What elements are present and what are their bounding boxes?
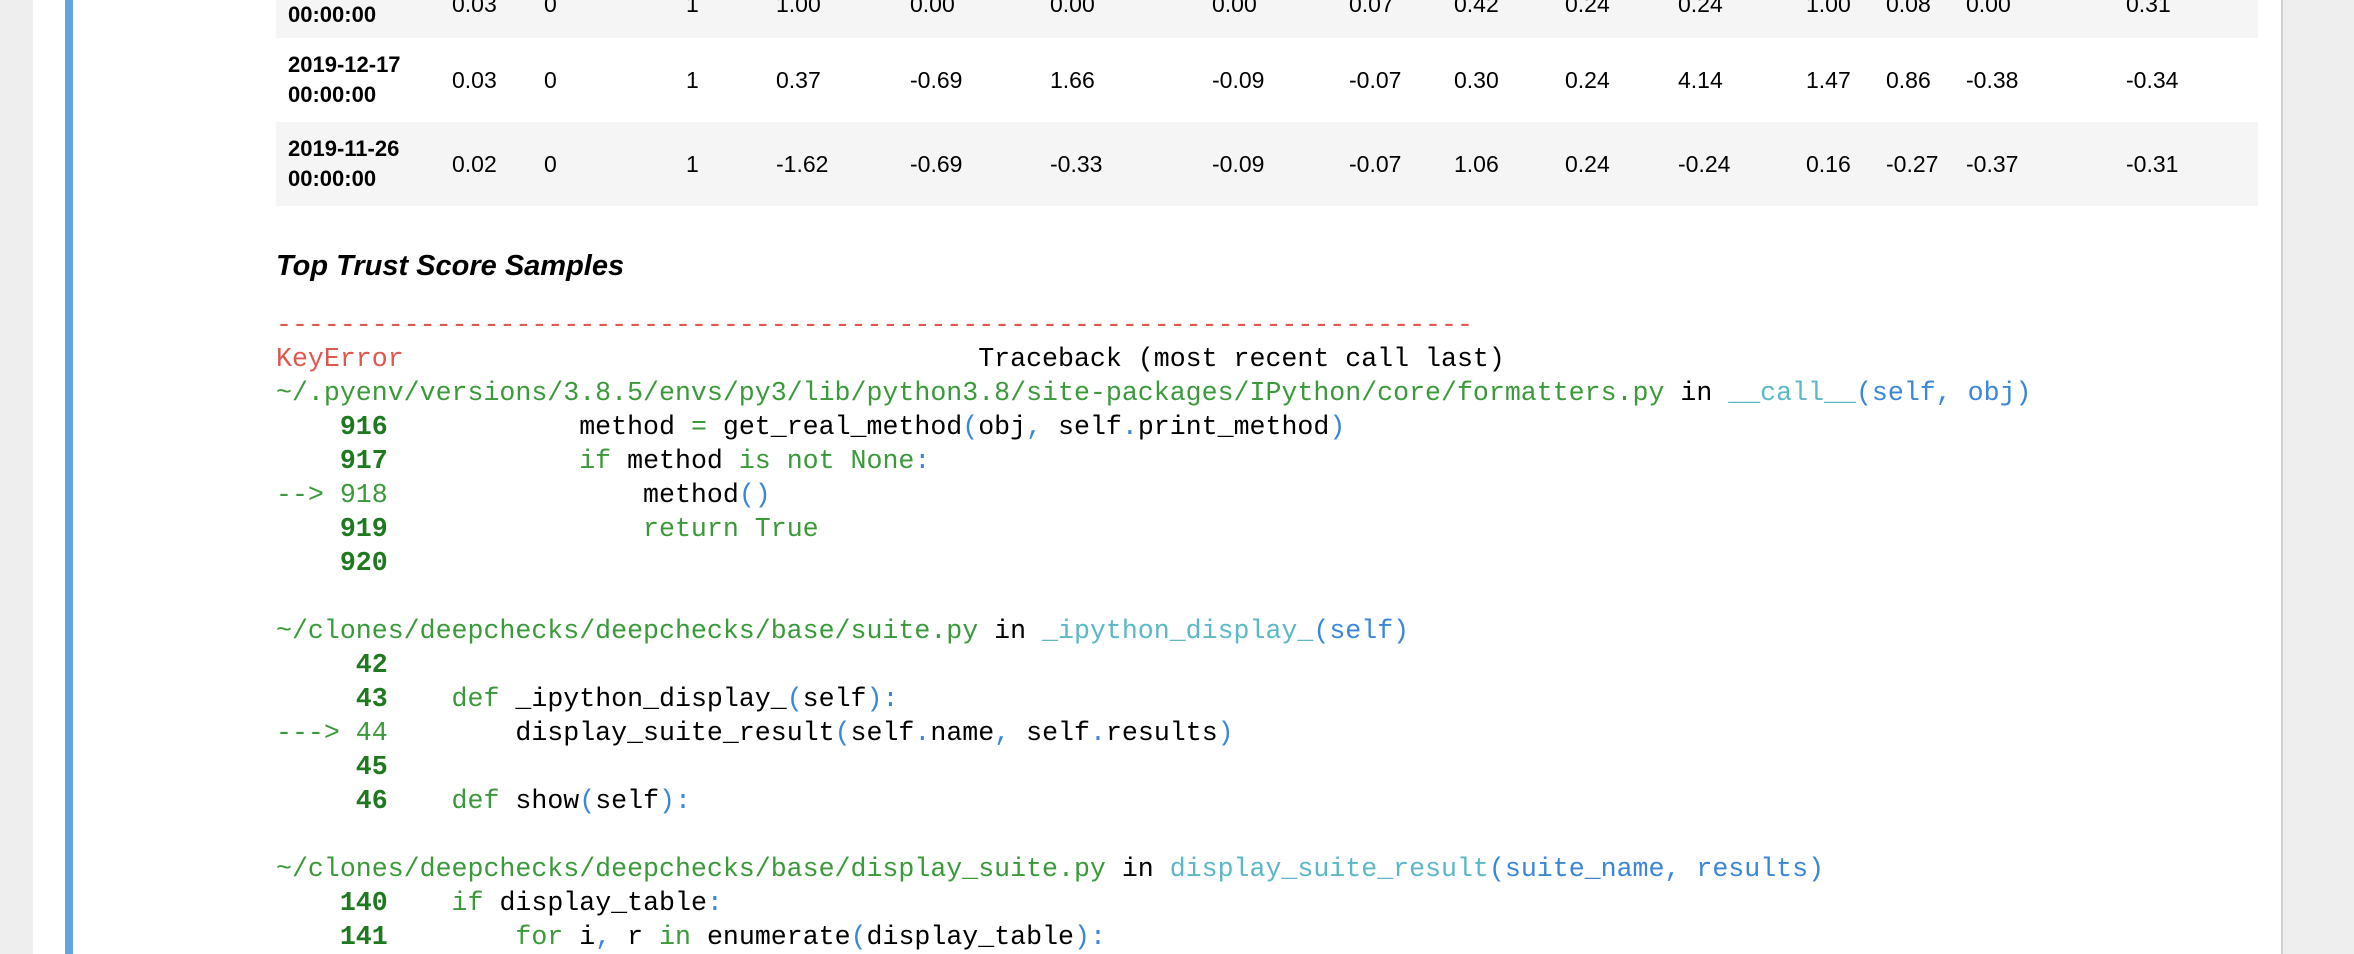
- code-line: 45: [276, 752, 388, 782]
- table-cell: 0.86: [1886, 66, 1931, 93]
- table-cell: 0.30: [1454, 66, 1499, 93]
- table-cell: 1: [686, 150, 699, 177]
- table-cell: 4.14: [1678, 66, 1723, 93]
- frame-path: ~/clones/deepchecks/deepchecks/base/suit…: [276, 616, 979, 646]
- table-cell: -0.27: [1886, 150, 1939, 177]
- table-cell: -0.38: [1966, 66, 2019, 93]
- cell-selection-indicator[interactable]: [65, 0, 73, 954]
- table-cell: 1: [686, 66, 699, 93]
- row-index: 2019-11-26 00:00:00: [288, 136, 400, 191]
- code-line: 42: [276, 650, 388, 680]
- frame-args: (suite_name, results): [1488, 854, 1825, 884]
- section-title: Top Trust Score Samples: [276, 250, 625, 282]
- code-line: 141 for i, r in enumerate(display_table)…: [276, 922, 1106, 952]
- error-traceback: ----------------------------------------…: [276, 308, 2266, 954]
- table-cell: -0.69: [910, 150, 963, 177]
- table-cell: 1.66: [1050, 66, 1095, 93]
- frame-function: display_suite_result: [1169, 854, 1489, 884]
- table-cell: 0.24: [1565, 150, 1610, 177]
- table-cell: 0: [544, 150, 557, 177]
- table-cell: -0.07: [1349, 150, 1402, 177]
- table-cell: -0.09: [1212, 66, 1265, 93]
- table-row: 2019-11-26 00:00:00 0.02 0 1 -1.62 -0.69 …: [276, 122, 2258, 206]
- code-line: 46 def show(self):: [276, 786, 691, 816]
- table-cell: -0.37: [1966, 150, 2019, 177]
- table-cell: 0.24: [1565, 66, 1610, 93]
- table-cell: -0.69: [910, 66, 963, 93]
- frame-path: ~/clones/deepchecks/deepchecks/base/disp…: [276, 854, 1106, 884]
- traceback-separator: ----------------------------------------…: [276, 310, 1473, 340]
- table-row: 2019-12-17 00:00:00 0.03 0 1 0.37 -0.69 1…: [276, 38, 2258, 122]
- code-line: 140 if display_table:: [276, 888, 723, 918]
- table-cell: 0.16: [1806, 150, 1851, 177]
- frame-header: ~/clones/deepchecks/deepchecks/base/disp…: [276, 854, 1825, 884]
- table-cell: 1.47: [1806, 66, 1851, 93]
- frame-header: ~/clones/deepchecks/deepchecks/base/suit…: [276, 616, 1410, 646]
- error-name: KeyError: [276, 344, 404, 374]
- table-cell: -0.33: [1050, 150, 1103, 177]
- frame-function: _ipython_display_: [1042, 616, 1314, 646]
- table-cell: -0.31: [2126, 150, 2179, 177]
- table-cell: -0.09: [1212, 150, 1265, 177]
- code-line: 919 return True: [276, 514, 819, 544]
- table-cell: -0.07: [1349, 66, 1402, 93]
- code-line: 917 if method is not None:: [276, 446, 931, 476]
- table-cell: 0.37: [776, 66, 821, 93]
- traceback-header: KeyError Traceback (most recent call las…: [276, 342, 2266, 376]
- table-cell: 0: [544, 66, 557, 93]
- code-line-current: --> 918 method(): [276, 480, 771, 510]
- code-line-current: ---> 44 display_suite_result(self.name, …: [276, 718, 1234, 748]
- frame-header: ~/.pyenv/versions/3.8.5/envs/py3/lib/pyt…: [276, 378, 2032, 408]
- row-index: 2019-12-17 00:00:00: [288, 52, 401, 107]
- row-index: 00:00:00: [288, 2, 377, 27]
- table-cell: -0.34: [2126, 66, 2179, 93]
- code-line: 43 def _ipython_display_(self):: [276, 684, 899, 714]
- code-line: 916 method = get_real_method(obj, self.p…: [276, 412, 1346, 442]
- code-line: 920: [276, 548, 388, 578]
- table-cell: 0.02: [452, 150, 497, 177]
- traceback-title: Traceback (most recent call last): [978, 344, 1505, 374]
- frame-args: (self): [1313, 616, 1410, 646]
- table-cell: -0.24: [1678, 150, 1731, 177]
- table-cell: 1.06: [1454, 150, 1499, 177]
- frame-args: (self, obj): [1855, 378, 2032, 408]
- frame-function: __call__: [1728, 378, 1856, 408]
- frame-path: ~/.pyenv/versions/3.8.5/envs/py3/lib/pyt…: [276, 378, 1665, 408]
- table-cell: 0.03: [452, 66, 497, 93]
- table-cell: -1.62: [776, 150, 829, 177]
